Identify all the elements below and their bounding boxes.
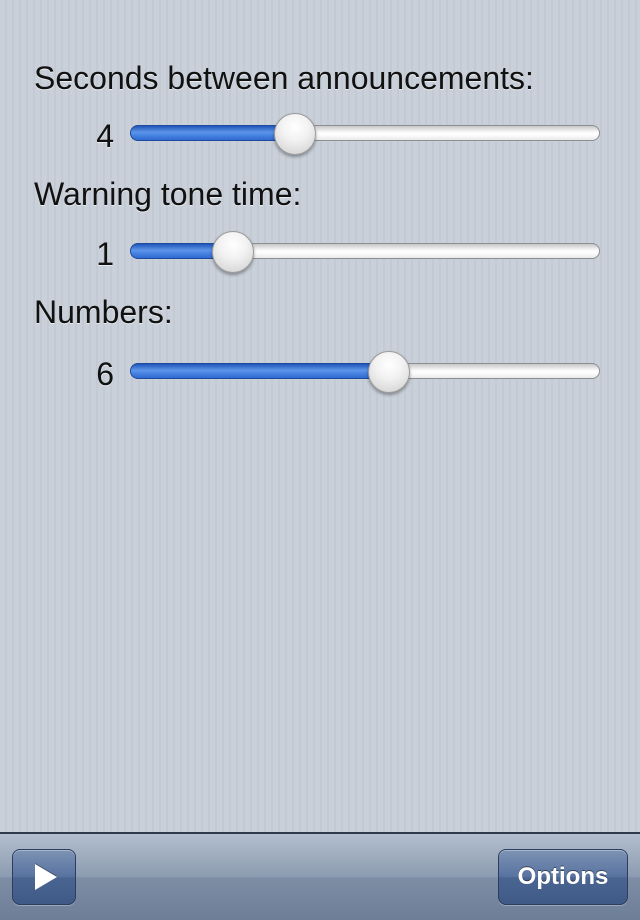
warning-tone-time-value: 1 — [96, 236, 114, 272]
slider-thumb[interactable] — [212, 231, 254, 273]
numbers-label: Numbers: — [34, 294, 173, 330]
play-button[interactable] — [12, 849, 76, 905]
play-icon — [35, 864, 57, 890]
seconds-between-announcements-label: Seconds between announcements: — [34, 60, 534, 96]
warning-tone-time-slider[interactable] — [130, 231, 600, 273]
options-button[interactable]: Options — [498, 849, 628, 905]
warning-tone-time-label: Warning tone time: — [34, 176, 302, 212]
seconds-between-announcements-slider[interactable] — [130, 113, 600, 155]
slider-thumb[interactable] — [274, 113, 316, 155]
numbers-slider[interactable] — [130, 351, 600, 393]
seconds-between-announcements-value: 4 — [96, 118, 114, 154]
slider-fill — [130, 125, 295, 141]
slider-fill — [130, 363, 389, 379]
bottom-toolbar: Options — [0, 832, 640, 920]
slider-thumb[interactable] — [368, 351, 410, 393]
numbers-value: 6 — [96, 356, 114, 392]
